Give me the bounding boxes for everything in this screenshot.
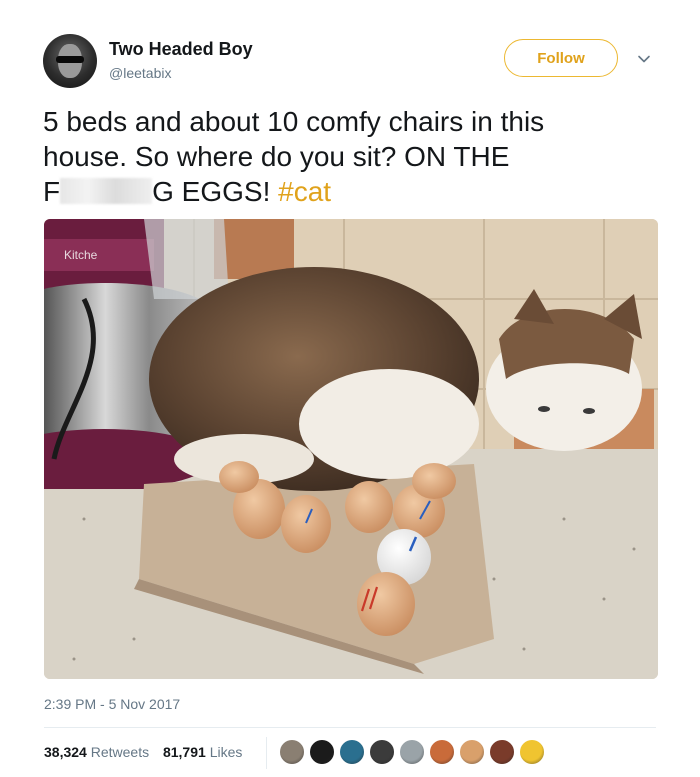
retweets-count: 38,324 <box>44 744 87 760</box>
censor-blur <box>60 178 153 204</box>
likes-stat[interactable]: 81,791 Likes <box>163 744 242 760</box>
tweet-stats: 38,324 Retweets 81,791 Likes <box>44 744 252 764</box>
tweet-text-line: F G EGGS! #cat <box>43 174 643 209</box>
liker-avatar[interactable] <box>308 738 336 766</box>
tweet-header: Two Headed Boy @leetabix Follow <box>43 34 663 90</box>
tweet-photo[interactable]: Kitche <box>44 219 658 679</box>
liker-avatar[interactable] <box>278 738 306 766</box>
author-name[interactable]: Two Headed Boy <box>109 39 253 60</box>
liker-avatars <box>278 738 578 768</box>
stats-separator <box>266 737 267 769</box>
likes-label: Likes <box>209 744 243 760</box>
liker-avatar[interactable] <box>488 738 516 766</box>
liker-avatar[interactable] <box>398 738 426 766</box>
author-handle[interactable]: @leetabix <box>109 65 171 81</box>
tweet-text-fragment: G EGGS! <box>152 176 271 207</box>
tweet-card: Two Headed Boy @leetabix Follow 5 beds a… <box>0 0 700 777</box>
tweet-text: 5 beds and about 10 comfy chairs in this… <box>43 104 643 209</box>
tweet-text-fragment: F <box>43 176 61 207</box>
follow-button[interactable]: Follow <box>504 39 618 77</box>
tweet-text-line: house. So where do you sit? ON THE <box>43 141 510 172</box>
liker-avatar[interactable] <box>368 738 396 766</box>
tweet-text-line: 5 beds and about 10 comfy chairs in this <box>43 106 545 137</box>
divider <box>44 727 656 728</box>
liker-avatar[interactable] <box>518 738 546 766</box>
avatar[interactable] <box>43 34 97 88</box>
retweets-stat[interactable]: 38,324 Retweets <box>44 744 149 760</box>
likes-count: 81,791 <box>162 744 206 760</box>
liker-avatar[interactable] <box>458 738 486 766</box>
cat-on-eggs-image: Kitche <box>44 219 658 679</box>
tweet-timestamp[interactable]: 2:39 PM - 5 Nov 2017 <box>44 696 180 712</box>
hashtag-link[interactable]: #cat <box>278 176 331 207</box>
retweets-label: Retweets <box>90 744 150 760</box>
chevron-down-icon[interactable] <box>637 52 651 66</box>
avatar-glasses <box>56 56 84 63</box>
appliance-brand-text: Kitche <box>64 248 98 262</box>
liker-avatar[interactable] <box>428 738 456 766</box>
liker-avatar[interactable] <box>338 738 366 766</box>
